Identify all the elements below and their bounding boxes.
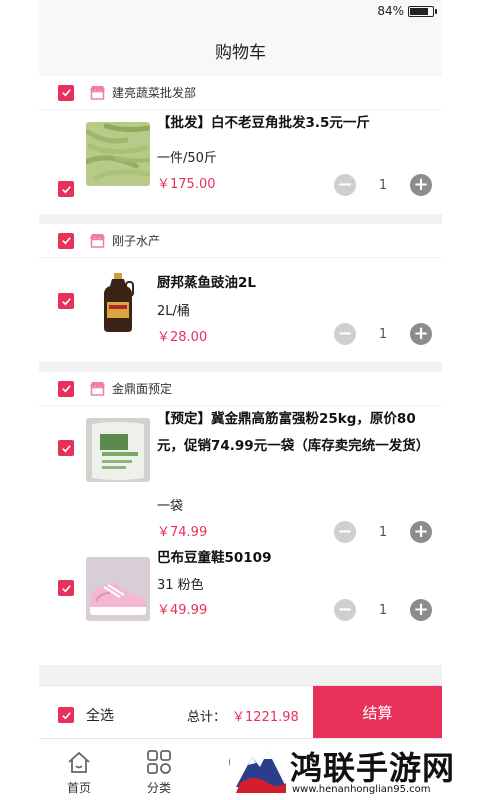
cart-item: 【预定】冀金鼎高筋富强粉25kg，原价80元，促销74.99元一袋（库存卖完统一… xyxy=(39,406,442,561)
shop-name[interactable]: 建亮蔬菜批发部 xyxy=(112,84,196,101)
shop-name[interactable]: 金鼎面预定 xyxy=(112,380,172,397)
cart-list[interactable]: 建亮蔬菜批发部 【批发】白不老豆角批发3.5元一斤 一件/50斤 ￥175.00… xyxy=(39,76,442,675)
watermark: 鸿联手游网 www.henanhonglian95.com xyxy=(230,741,480,800)
battery-level xyxy=(410,8,428,15)
watermark-logo-icon xyxy=(236,751,286,793)
check-icon xyxy=(61,584,71,592)
decrease-button[interactable]: − xyxy=(334,521,356,543)
increase-button[interactable]: + xyxy=(410,174,432,196)
product-image-green-beans[interactable] xyxy=(86,122,150,186)
cart-screen: 84% 购物车 建亮蔬菜批发部 【批发】白不老豆角批发3.5元一斤 一件/50斤… xyxy=(39,0,442,800)
increase-button[interactable]: + xyxy=(410,599,432,621)
shop-name[interactable]: 刚子水产 xyxy=(112,232,160,249)
checkout-button[interactable]: 结算 xyxy=(313,686,442,739)
quantity-value[interactable]: 1 xyxy=(379,178,387,193)
shop-header: 金鼎面预定 xyxy=(39,372,442,406)
shop-checkbox[interactable] xyxy=(58,380,74,397)
tab-category[interactable]: 分类 xyxy=(129,749,189,796)
quantity-stepper: − 1 + xyxy=(334,599,432,621)
check-icon xyxy=(61,297,71,305)
product-title[interactable]: 厨邦蒸鱼豉油2L xyxy=(157,270,430,297)
shop-group: 刚子水产 厨邦蒸鱼豉油2L 2L/桶 ￥28.00 − 1 + xyxy=(39,224,442,362)
shop-header: 刚子水产 xyxy=(39,224,442,258)
quantity-value[interactable]: 1 xyxy=(379,327,387,342)
total-value: ￥1221.98 xyxy=(232,710,299,725)
shop-group: 金鼎面预定 【预定】冀金鼎高筋富强粉25kg，原价80元，促销74.99元一袋（… xyxy=(39,372,442,665)
battery-icon xyxy=(408,6,437,17)
item-checkbox[interactable] xyxy=(58,580,74,596)
quantity-stepper: − 1 + xyxy=(334,323,432,345)
product-image-pink-sneakers[interactable] xyxy=(86,557,150,621)
check-icon xyxy=(61,237,71,245)
tab-label: 首页 xyxy=(66,781,91,795)
store-icon xyxy=(90,86,105,100)
checkout-bar: 全选 总计： ￥1221.98 结算 xyxy=(39,685,442,739)
decrease-button[interactable]: − xyxy=(334,599,356,621)
shop-header: 建亮蔬菜批发部 xyxy=(39,76,442,110)
watermark-url: www.henanhonglian95.com xyxy=(292,784,431,795)
product-price: ￥175.00 xyxy=(157,177,216,192)
check-icon xyxy=(61,444,71,452)
check-icon xyxy=(61,711,71,719)
item-checkbox[interactable] xyxy=(58,181,74,197)
watermark-text: 鸿联手游网 xyxy=(290,749,456,787)
select-all-checkbox[interactable] xyxy=(58,707,74,723)
home-icon xyxy=(68,751,90,773)
page-title: 购物车 xyxy=(39,24,442,76)
product-price: ￥74.99 xyxy=(157,525,208,540)
quantity-stepper: − 1 + xyxy=(334,521,432,543)
quantity-value[interactable]: 1 xyxy=(379,603,387,618)
product-title[interactable]: 【预定】冀金鼎高筋富强粉25kg，原价80元，促销74.99元一袋（库存卖完统一… xyxy=(157,406,430,460)
check-icon xyxy=(61,89,71,97)
product-title[interactable]: 【批发】白不老豆角批发3.5元一斤 xyxy=(157,110,430,137)
cart-item: 厨邦蒸鱼豉油2L 2L/桶 ￥28.00 − 1 + xyxy=(39,258,442,362)
product-spec: 一袋 xyxy=(157,499,184,514)
product-image-soy-sauce-bottle[interactable] xyxy=(86,270,150,334)
check-icon xyxy=(61,385,71,393)
shop-group: 建亮蔬菜批发部 【批发】白不老豆角批发3.5元一斤 一件/50斤 ￥175.00… xyxy=(39,76,442,214)
cart-item: 巴布豆童鞋50109 31 粉色 ￥49.99 − 1 + xyxy=(39,550,442,665)
product-spec: 2L/桶 xyxy=(157,304,190,319)
increase-button[interactable]: + xyxy=(410,521,432,543)
product-price: ￥49.99 xyxy=(157,603,208,618)
cart-item: 【批发】白不老豆角批发3.5元一斤 一件/50斤 ￥175.00 − 1 + xyxy=(39,110,442,214)
category-icon xyxy=(147,750,171,774)
total-label: 总计： xyxy=(187,710,227,725)
decrease-button[interactable]: − xyxy=(334,323,356,345)
tab-label: 分类 xyxy=(146,781,171,795)
status-bar: 84% xyxy=(39,0,442,24)
store-icon xyxy=(90,234,105,248)
select-all-label[interactable]: 全选 xyxy=(86,705,114,725)
product-spec: 一件/50斤 xyxy=(157,151,217,166)
product-price: ￥28.00 xyxy=(157,330,208,345)
item-checkbox[interactable] xyxy=(58,293,74,309)
product-spec: 31 粉色 xyxy=(157,578,204,593)
increase-button[interactable]: + xyxy=(410,323,432,345)
quantity-stepper: − 1 + xyxy=(334,174,432,196)
battery-percent: 84% xyxy=(377,4,404,18)
tab-home[interactable]: 首页 xyxy=(49,749,109,796)
decrease-button[interactable]: − xyxy=(334,174,356,196)
check-icon xyxy=(61,185,71,193)
shop-checkbox[interactable] xyxy=(58,232,74,249)
product-title[interactable]: 巴布豆童鞋50109 xyxy=(157,545,430,572)
item-checkbox[interactable] xyxy=(58,440,74,456)
quantity-value[interactable]: 1 xyxy=(379,525,387,540)
product-image-flour-sack[interactable] xyxy=(86,418,150,482)
shop-checkbox[interactable] xyxy=(58,84,74,101)
store-icon xyxy=(90,382,105,396)
